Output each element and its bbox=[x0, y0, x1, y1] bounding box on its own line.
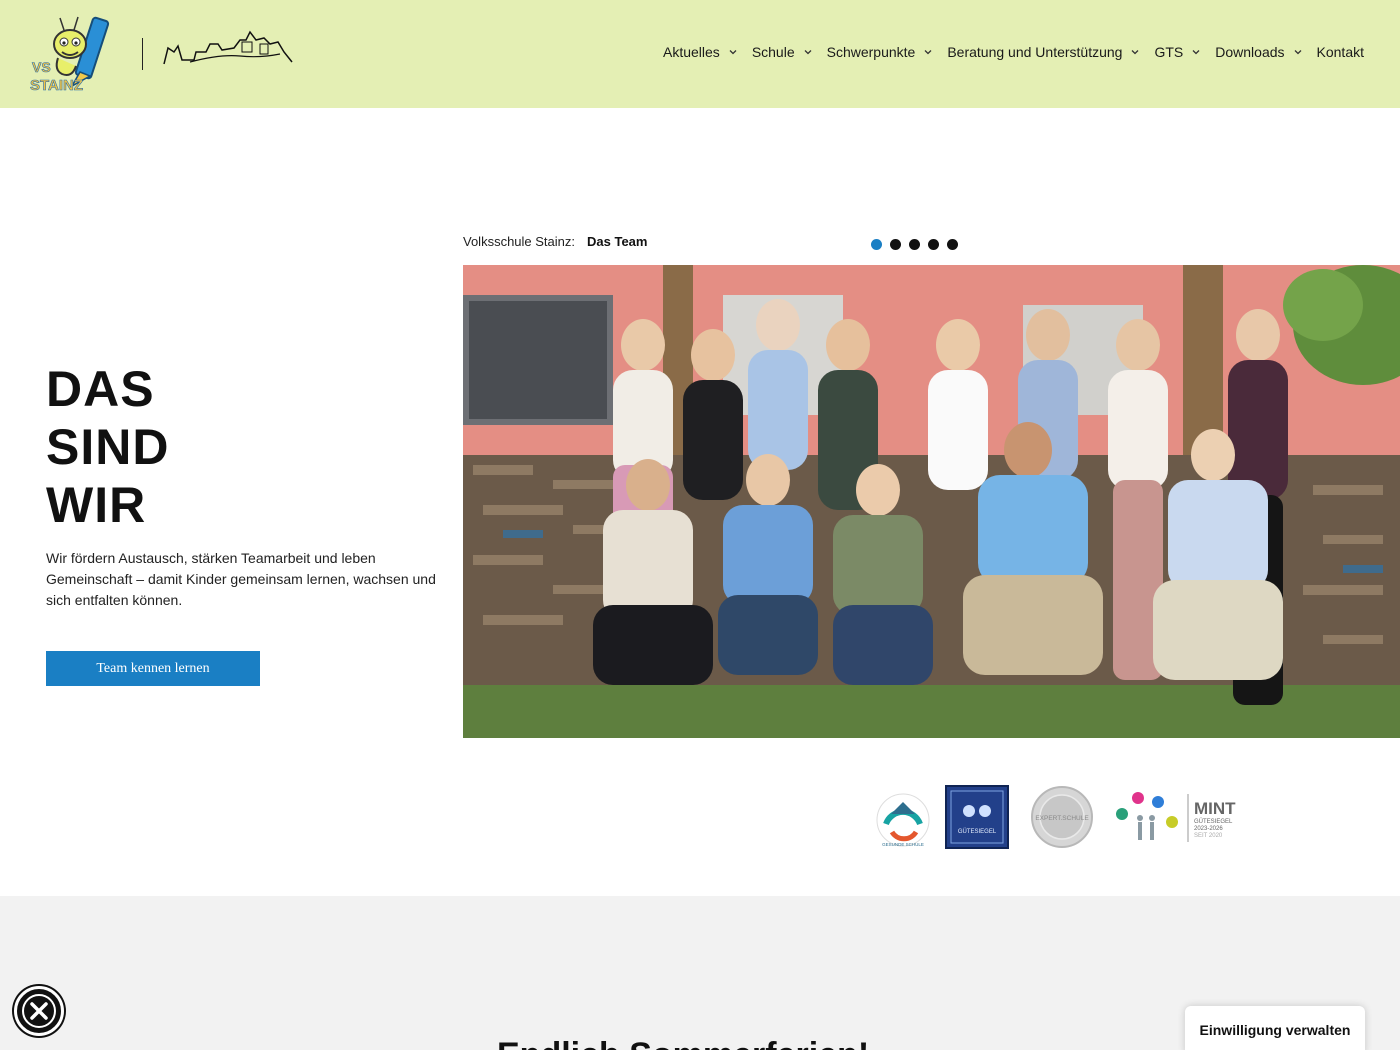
slider-dot[interactable] bbox=[890, 239, 901, 250]
school-logo[interactable]: VS STAINZ bbox=[28, 14, 114, 94]
nav-item-schule[interactable]: Schule bbox=[752, 44, 813, 60]
nav-item-aktuelles[interactable]: Aktuelles bbox=[663, 44, 738, 60]
section-title: Endlich Sommerferien! bbox=[497, 1036, 869, 1050]
expert-seal-text: EXPERT.SCHULE bbox=[1035, 815, 1089, 822]
nav-label: Schule bbox=[751, 44, 795, 60]
slider-dots bbox=[871, 239, 958, 250]
nav-label: Beratung und Unterstützung bbox=[947, 44, 1123, 60]
nav-item-beratung[interactable]: Beratung und Unterstützung bbox=[947, 44, 1140, 60]
site-header: VS STAINZ Aktuelles Schule Schwerpunkte … bbox=[0, 0, 1400, 108]
team-photo bbox=[463, 265, 1400, 738]
chevron-down-icon bbox=[804, 50, 812, 55]
ogb-certified-school-seal: GESUNDE SCHULE bbox=[872, 784, 934, 855]
slider-dot[interactable] bbox=[909, 239, 920, 250]
chevron-down-icon bbox=[1294, 50, 1301, 55]
nav-item-schwerpunkte[interactable]: Schwerpunkte bbox=[827, 44, 934, 60]
chevron-down-icon bbox=[729, 50, 737, 55]
hero-title-line2: SIND bbox=[46, 419, 170, 475]
slider-dot[interactable] bbox=[871, 239, 882, 250]
logo-divider bbox=[142, 38, 143, 70]
chevron-down-icon bbox=[1132, 50, 1139, 55]
nav-label: GTS bbox=[1154, 44, 1184, 60]
slide-caption: Volksschule Stainz: Das Team bbox=[463, 234, 647, 249]
slide-caption-prefix: Volksschule Stainz: bbox=[463, 234, 576, 249]
mint-sub1: GÜTESIEGEL bbox=[1194, 818, 1233, 825]
accessibility-button[interactable] bbox=[14, 986, 64, 1036]
schulsport-guetesiegel-seal: GÜTESIEGEL bbox=[945, 785, 1009, 854]
hero-title-line1: DAS bbox=[46, 361, 155, 417]
svg-text:VS: VS bbox=[32, 59, 51, 75]
hero-title: DAS SIND WIR bbox=[46, 360, 169, 534]
mint-guetesiegel-seal: MINT GÜTESIEGEL 2023-2026 SEIT 2020 bbox=[1112, 788, 1238, 853]
chevron-down-icon bbox=[1192, 50, 1200, 55]
accessibility-icon bbox=[22, 994, 56, 1028]
hero-title-line3: WIR bbox=[46, 477, 147, 533]
nav-item-kontakt[interactable]: Kontakt bbox=[1317, 44, 1364, 60]
slide-caption-title: Das Team bbox=[587, 234, 648, 249]
expert-schule-seal: EXPERT.SCHULE bbox=[1030, 785, 1094, 854]
main-nav: Aktuelles Schule Schwerpunkte Beratung u… bbox=[649, 44, 1364, 60]
hero-description: Wir fördern Austausch, stärken Teamarbei… bbox=[46, 550, 436, 608]
svg-text:STAINZ: STAINZ bbox=[30, 77, 83, 94]
nav-label: Schwerpunkte bbox=[826, 44, 916, 60]
mint-sub2: 2023-2026 bbox=[1194, 826, 1223, 832]
schulsport-seal-text: GÜTESIEGEL bbox=[958, 828, 997, 835]
nav-label: Kontakt bbox=[1316, 44, 1364, 60]
nav-item-gts[interactable]: GTS bbox=[1154, 44, 1201, 60]
consent-manager-button[interactable]: Einwilligung verwalten bbox=[1185, 1006, 1365, 1050]
nav-label: Aktuelles bbox=[663, 44, 720, 60]
nav-label: Downloads bbox=[1215, 44, 1285, 60]
mint-sub3: SEIT 2020 bbox=[1194, 833, 1223, 839]
chevron-down-icon bbox=[924, 50, 932, 55]
mint-title: MINT bbox=[1194, 799, 1236, 818]
ogb-seal-text: GESUNDE SCHULE bbox=[882, 842, 924, 847]
stainz-skyline-logo[interactable] bbox=[160, 26, 296, 68]
slider-dot[interactable] bbox=[928, 239, 939, 250]
team-kennen-lernen-button[interactable]: Team kennen lernen bbox=[46, 651, 260, 686]
nav-item-downloads[interactable]: Downloads bbox=[1215, 44, 1302, 60]
slider-dot[interactable] bbox=[947, 239, 958, 250]
